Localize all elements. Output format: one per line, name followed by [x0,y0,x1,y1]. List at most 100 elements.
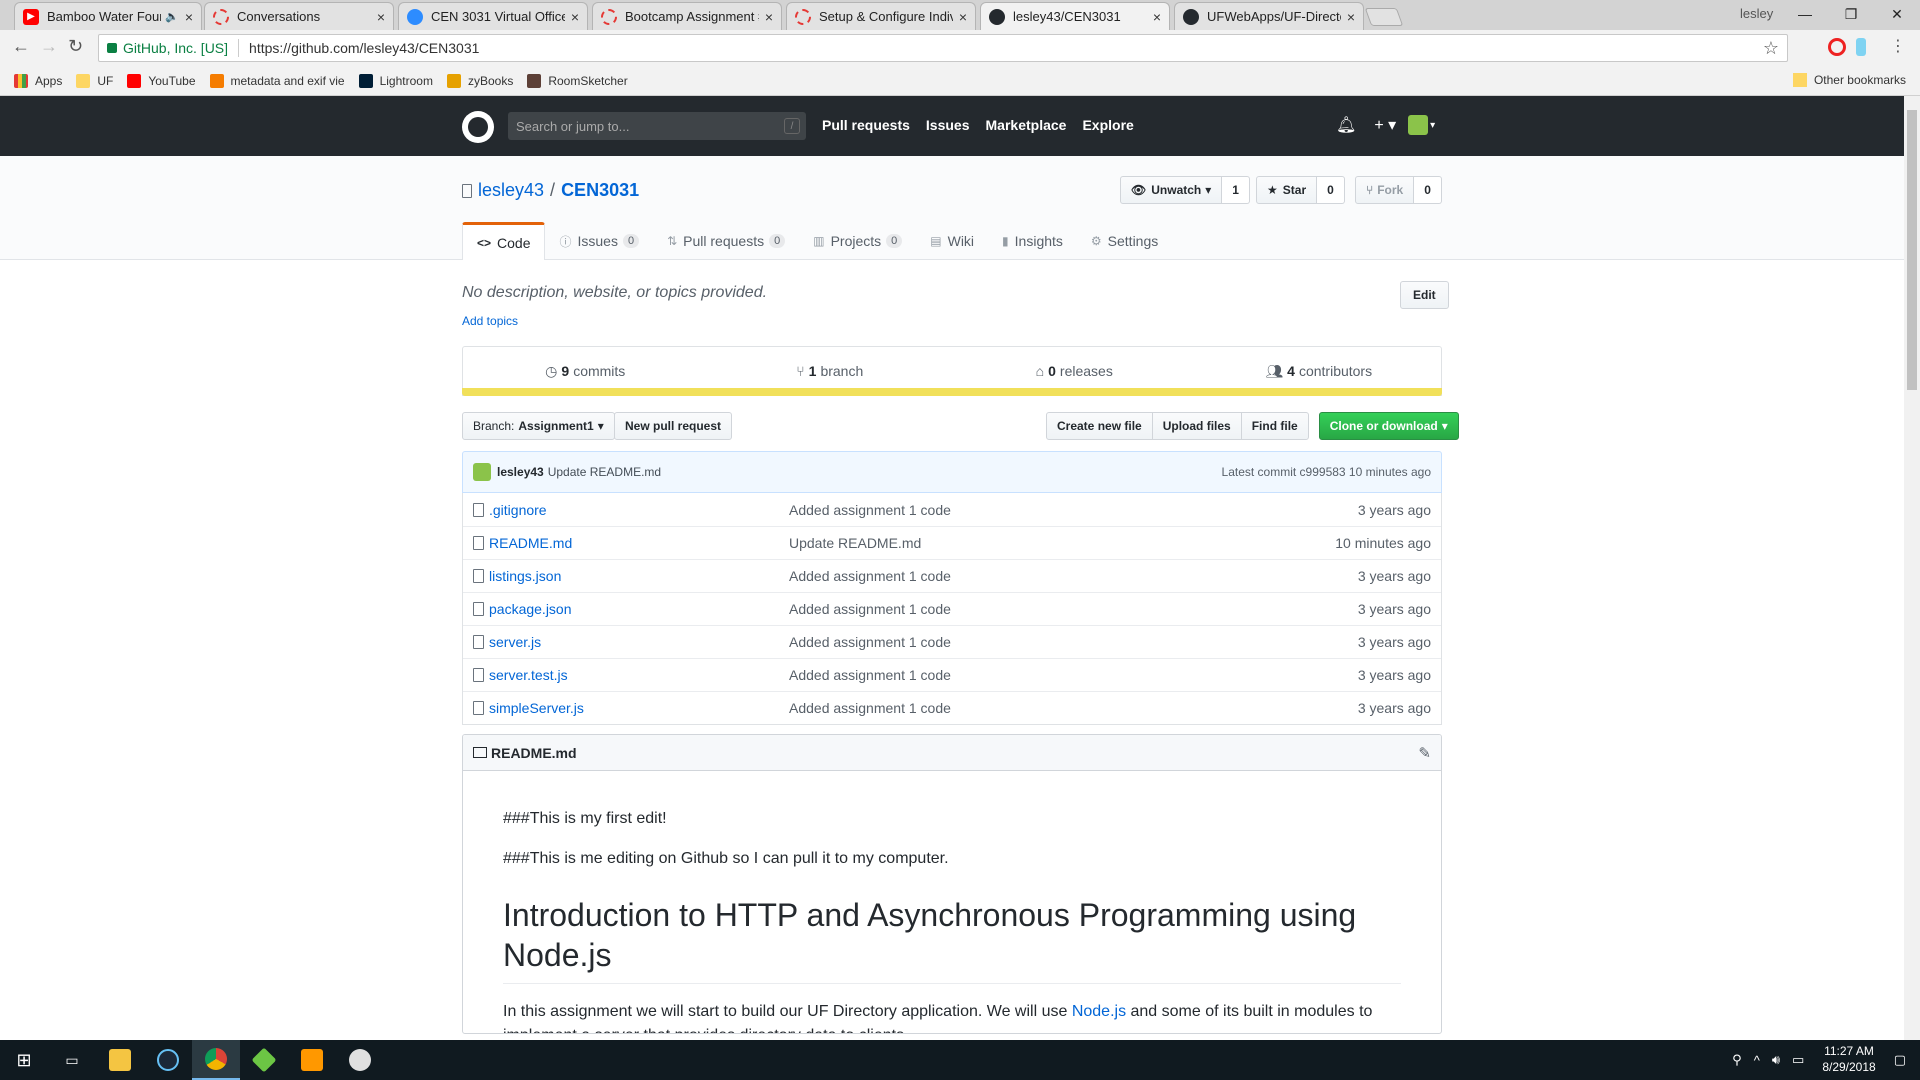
nav-explore[interactable]: Explore [1082,117,1133,133]
edit-description-button[interactable]: Edit [1400,281,1449,309]
tab-pull-requests[interactable]: ⇅ Pull requests 0 [653,222,799,260]
file-name-link[interactable]: package.json [489,601,789,617]
minimize-icon[interactable]: — [1782,0,1828,28]
chevron-up-icon[interactable]: ^ [1754,1053,1760,1068]
sublime-icon[interactable] [288,1040,336,1080]
bookmark-zybooks[interactable]: zyBooks [446,73,513,88]
task-view-icon[interactable]: ▭ [48,1040,96,1080]
app-icon[interactable] [336,1040,384,1080]
tab-projects[interactable]: ▥ Projects 0 [799,222,916,260]
git-icon[interactable] [240,1040,288,1080]
tab-settings[interactable]: ⚙ Settings [1077,222,1172,260]
github-logo-icon[interactable] [462,111,494,143]
file-commit-message[interactable]: Added assignment 1 code [789,568,1358,584]
file-commit-message[interactable]: Update README.md [789,535,1335,551]
fork-button[interactable]: ⑂ Fork [1355,176,1415,204]
tab-code[interactable]: <> Code [462,222,546,260]
file-commit-message[interactable]: Added assignment 1 code [789,667,1358,683]
create-new-file-button[interactable]: Create new file [1046,412,1153,440]
tab-issues[interactable]: ⓘ Issues 0 [545,222,653,260]
branch-select-button[interactable]: Branch: Assignment1 ▾ [462,412,615,440]
clone-download-button[interactable]: Clone or download ▾ [1318,412,1459,440]
restore-icon[interactable]: ❐ [1828,0,1874,28]
menu-icon[interactable]: ⋮ [1890,36,1906,56]
volume-icon[interactable]: 🔊︎ [1772,1052,1780,1068]
find-file-button[interactable]: Find file [1240,412,1309,440]
plus-dropdown-icon[interactable]: + ▾ [1374,115,1396,135]
network-icon[interactable]: ▭ [1792,1052,1804,1068]
file-name-link[interactable]: README.md [489,535,789,551]
file-commit-message[interactable]: Added assignment 1 code [789,634,1358,650]
scrollbar-thumb[interactable] [1907,110,1917,390]
close-icon[interactable]: × [765,9,773,25]
tab-wiki[interactable]: ▤ Wiki [916,222,988,260]
bookmark-uf[interactable]: UF [76,73,113,88]
commit-message[interactable]: Update README.md [548,465,661,479]
commit-author[interactable]: lesley43 [497,465,544,479]
speaker-icon[interactable]: 🔈 [165,10,179,23]
watch-count[interactable]: 1 [1222,176,1250,204]
add-topics-link[interactable]: Add topics [462,314,518,328]
file-name-link[interactable]: simpleServer.js [489,700,789,716]
people-icon[interactable]: ⚲ [1732,1052,1742,1068]
file-name-link[interactable]: server.test.js [489,667,789,683]
steam-icon[interactable] [144,1040,192,1080]
unwatch-button[interactable]: 👁︎ Unwatch ▾ [1120,176,1223,204]
file-name-link[interactable]: .gitignore [489,502,789,518]
file-name-link[interactable]: server.js [489,634,789,650]
profile-name[interactable]: lesley [1740,6,1773,21]
secure-indicator[interactable]: GitHub, Inc. [US] [107,40,228,56]
page-scrollbar[interactable] [1904,96,1920,1040]
new-tab-button[interactable] [1364,8,1404,26]
address-bar[interactable]: GitHub, Inc. [US] https://github.com/les… [98,34,1788,62]
close-icon[interactable]: × [1153,9,1161,25]
forward-icon[interactable]: → [40,36,58,57]
star-count[interactable]: 0 [1317,176,1345,204]
bookmark-metadata[interactable]: metadata and exif vie [209,73,345,88]
bookmark-lightroom[interactable]: Lightroom [358,73,433,88]
browser-tab-3[interactable]: Bootcamp Assignment # × [592,2,782,30]
file-commit-message[interactable]: Added assignment 1 code [789,601,1358,617]
browser-tab-0[interactable]: ▶ Bamboo Water Fount 🔈 × [14,2,202,30]
avatar[interactable] [1408,115,1429,135]
nav-marketplace[interactable]: Marketplace [986,117,1067,133]
latest-commit-info[interactable]: Latest commit c999583 10 minutes ago [1222,465,1431,479]
chevron-down-icon[interactable]: ▾ [1430,120,1435,131]
bell-icon[interactable]: 🔔︎ [1336,115,1356,135]
close-window-icon[interactable]: ✕ [1874,0,1920,28]
extension-icon[interactable] [1856,38,1866,56]
nodejs-link[interactable]: Node.js [1072,1003,1126,1020]
search-input[interactable]: Search or jump to... / [508,112,806,140]
upload-files-button[interactable]: Upload files [1151,412,1242,440]
repo-owner-link[interactable]: lesley43 [478,180,544,201]
fork-count[interactable]: 0 [1414,176,1442,204]
browser-tab-6[interactable]: UFWebApps/UF-Director × [1174,2,1364,30]
pencil-icon[interactable]: ✎ [1418,744,1431,762]
new-pull-request-button[interactable]: New pull request [614,412,733,440]
file-commit-message[interactable]: Added assignment 1 code [789,502,1358,518]
nav-issues[interactable]: Issues [926,117,970,133]
bookmark-youtube[interactable]: YouTube [127,73,196,88]
clock[interactable]: 11:27 AM 8/29/2018 [1822,1044,1875,1075]
nav-pull-requests[interactable]: Pull requests [822,117,910,133]
star-button[interactable]: ★ Star [1256,176,1318,204]
chrome-icon[interactable] [192,1040,240,1080]
repo-name-link[interactable]: CEN3031 [561,180,639,201]
bookmark-roomsketcher[interactable]: RoomSketcher [527,73,628,88]
browser-tab-2[interactable]: CEN 3031 Virtual Office H × [398,2,588,30]
browser-tab-5[interactable]: lesley43/CEN3031 × [980,2,1170,30]
bookmark-apps[interactable]: Apps [14,73,62,88]
close-icon[interactable]: × [959,9,967,25]
bookmark-star-icon[interactable]: ☆ [1763,38,1779,59]
language-bar[interactable] [462,388,1442,396]
file-explorer-icon[interactable] [96,1040,144,1080]
tab-insights[interactable]: ▮ Insights [988,222,1077,260]
browser-tab-4[interactable]: Setup & Configure Indivi × [786,2,976,30]
close-icon[interactable]: × [185,9,193,25]
close-icon[interactable]: × [1347,9,1355,25]
url-text[interactable]: https://github.com/lesley43/CEN3031 [249,40,479,56]
avatar[interactable] [473,463,491,481]
browser-tab-1[interactable]: Conversations × [204,2,394,30]
back-icon[interactable]: ← [12,36,30,57]
notification-icon[interactable]: ▢ [1894,1052,1906,1068]
